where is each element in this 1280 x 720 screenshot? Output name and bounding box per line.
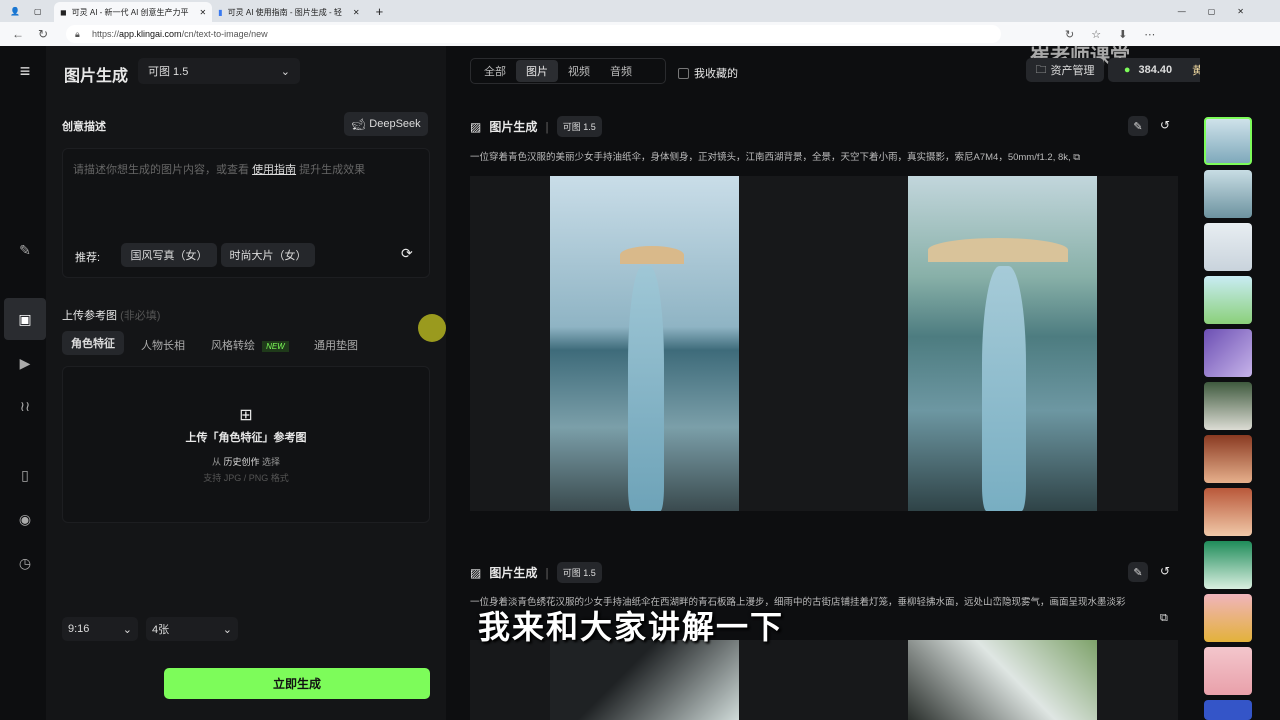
chevron-down-icon: ⌄ (222, 623, 232, 636)
count-select[interactable]: 4张 ⌄ (146, 617, 238, 641)
filter-audio[interactable]: 音频 (600, 60, 642, 82)
browser-tab[interactable]: ▮ 可灵 AI 使用指南 - 图片生成 - 轻 ✕ (212, 2, 365, 22)
result-header: ▨ 图片生成 | 可图 1.5 (470, 116, 602, 137)
nav-rail: ≡ ✎ ▣ ▶ ≀≀ ▯ ◉ ◷ (2, 46, 46, 720)
deepseek-icon: 🐋︎ (351, 118, 366, 131)
browser-tab[interactable]: ◼ 可灵 AI - 新一代 AI 创意生产力平 ✕ (54, 2, 213, 22)
generation-panel: 图片生成 可图 1.5 ⌄ 创意描述 🐋︎ DeepSeek 请描述你想生成的图片内… (46, 46, 446, 720)
tab-style[interactable]: 风格转绘 NEW (211, 337, 289, 353)
filter-tabs: 全部 图片 视频 音频 (470, 58, 666, 84)
recommend-chip[interactable]: 国风写真（女） (121, 243, 217, 267)
history-thumbnail[interactable] (1204, 647, 1252, 695)
tab-general[interactable]: 通用垫图 (314, 337, 358, 353)
image-icon: ▨ (470, 565, 482, 580)
refresh-icon[interactable]: ⟳ (401, 245, 413, 262)
close-tab-icon[interactable]: ✕ (353, 8, 360, 17)
regenerate-icon[interactable]: ↺ (1160, 564, 1170, 578)
deepseek-button[interactable]: 🐋︎ DeepSeek (344, 112, 428, 136)
favorites-checkbox[interactable]: 我收藏的 (678, 65, 738, 81)
section-title: 创意描述 (62, 121, 106, 133)
model-select[interactable]: 可图 1.5 ⌄ (138, 58, 300, 84)
new-tab-icon[interactable]: + (376, 4, 384, 19)
history-thumbnail[interactable] (1204, 117, 1252, 165)
generated-image[interactable] (908, 640, 1097, 720)
eye-icon[interactable]: ◉ (10, 504, 40, 534)
window-controls[interactable]: —▢✕ (1178, 7, 1266, 16)
history-thumbnail[interactable] (1204, 488, 1252, 536)
filter-video[interactable]: 视频 (558, 60, 600, 82)
close-tab-icon[interactable]: ✕ (200, 8, 207, 17)
result-header: ▨ 图片生成 | 可图 1.5 (470, 562, 602, 583)
folder-icon: 🗀 (1035, 63, 1047, 76)
reload-icon[interactable]: ↻ (38, 27, 48, 41)
profile-icon[interactable]: 👤 (10, 7, 24, 16)
prompt-textarea[interactable]: 请描述你想生成的图片内容，或查看 使用指南 提升生成效果 推荐: 国风写真（女）… (62, 148, 430, 278)
history-icon[interactable]: ◷ (10, 548, 40, 578)
history-thumbnail[interactable] (1204, 382, 1252, 430)
copy-icon[interactable]: ⧉ (1073, 152, 1080, 163)
copy-icon[interactable]: ⧉ (1160, 612, 1168, 625)
history-thumbnail[interactable] (1204, 276, 1252, 324)
results-area: 全部 图片 视频 音频 我收藏的 崔老师课堂 🗀资产管理 ●384.40黄金会员… (446, 46, 1252, 720)
ratio-select[interactable]: 9:16 ⌄ (62, 617, 138, 641)
history-link[interactable]: 历史创作 (223, 457, 259, 467)
guide-link[interactable]: 使用指南 (252, 164, 296, 176)
generate-button[interactable]: 立即生成 (164, 668, 430, 699)
video-subtitle: 我来和大家讲解一下 (478, 609, 785, 645)
page-title: 图片生成 (64, 68, 129, 85)
generated-image[interactable] (550, 640, 739, 720)
edit-button[interactable]: ✎ (1128, 116, 1148, 136)
url-input[interactable]: 🔒︎ https://app.klingai.com/cn/text-to-ima… (66, 25, 1001, 43)
magic-icon[interactable]: ✎ (10, 235, 40, 265)
tab-actions-icon[interactable]: ▢ (34, 7, 54, 16)
edit-button[interactable]: ✎ (1128, 562, 1148, 582)
checkbox-icon (678, 68, 689, 79)
doc-icon: ▮ (218, 7, 223, 17)
cursor-highlight (418, 314, 446, 342)
menu-icon[interactable]: ≡ (10, 56, 40, 86)
history-thumbnail[interactable] (1204, 170, 1252, 218)
history-thumbnail[interactable] (1204, 223, 1252, 271)
history-thumbnails (1200, 46, 1280, 720)
history-thumbnail[interactable] (1204, 594, 1252, 642)
browser-toolbar-icons[interactable]: ↻☆⬇⋯ (1065, 28, 1172, 41)
favicon-icon: ◼ (60, 7, 67, 17)
reference-title: 上传参考图 (非必填) (62, 310, 161, 322)
generated-image[interactable] (908, 176, 1097, 511)
regenerate-icon[interactable]: ↺ (1160, 118, 1170, 132)
history-thumbnail[interactable] (1204, 541, 1252, 589)
browser-tab-bar: 👤 ▢ ◼ 可灵 AI - 新一代 AI 创意生产力平 ✕ ▮ 可灵 AI 使用指南 … (0, 0, 1280, 22)
generated-image[interactable] (550, 176, 739, 511)
filter-all[interactable]: 全部 (474, 60, 516, 82)
image-icon[interactable]: ▣ (4, 298, 46, 340)
image-icon: ▨ (470, 119, 482, 134)
lock-icon: 🔒︎ (75, 29, 80, 39)
chevron-down-icon: ⌄ (122, 623, 132, 636)
filter-image[interactable]: 图片 (516, 60, 558, 82)
history-thumbnail[interactable] (1204, 435, 1252, 483)
upload-image-icon: ⊞ (239, 407, 253, 424)
upload-dropzone[interactable]: ⊞ 上传「角色特征」参考图 从 历史创作 选择 支持 JPG / PNG 格式 (62, 366, 430, 523)
result-prompt: 一位穿着青色汉服的美丽少女手持油纸伞，身体侧身，正对镜头，江南西湖背景，全景，天… (470, 152, 1081, 163)
new-badge: NEW (262, 341, 289, 352)
assets-icon[interactable]: ▯ (10, 460, 40, 490)
tab-character[interactable]: 角色特征 (62, 331, 124, 355)
recommend-label: 推荐: (75, 252, 101, 264)
chevron-down-icon: ⌄ (280, 65, 290, 78)
video-icon[interactable]: ▶ (10, 348, 40, 378)
history-thumbnail[interactable] (1204, 700, 1252, 720)
history-thumbnail[interactable] (1204, 329, 1252, 377)
tab-face[interactable]: 人物长相 (141, 337, 185, 353)
recommend-chip[interactable]: 时尚大片（女） (221, 243, 315, 267)
assets-button[interactable]: 🗀 资产管理 (1026, 58, 1104, 82)
back-icon[interactable]: ← (12, 27, 24, 41)
credit-icon: ● (1123, 64, 1131, 76)
audio-icon[interactable]: ≀≀ (10, 391, 40, 421)
